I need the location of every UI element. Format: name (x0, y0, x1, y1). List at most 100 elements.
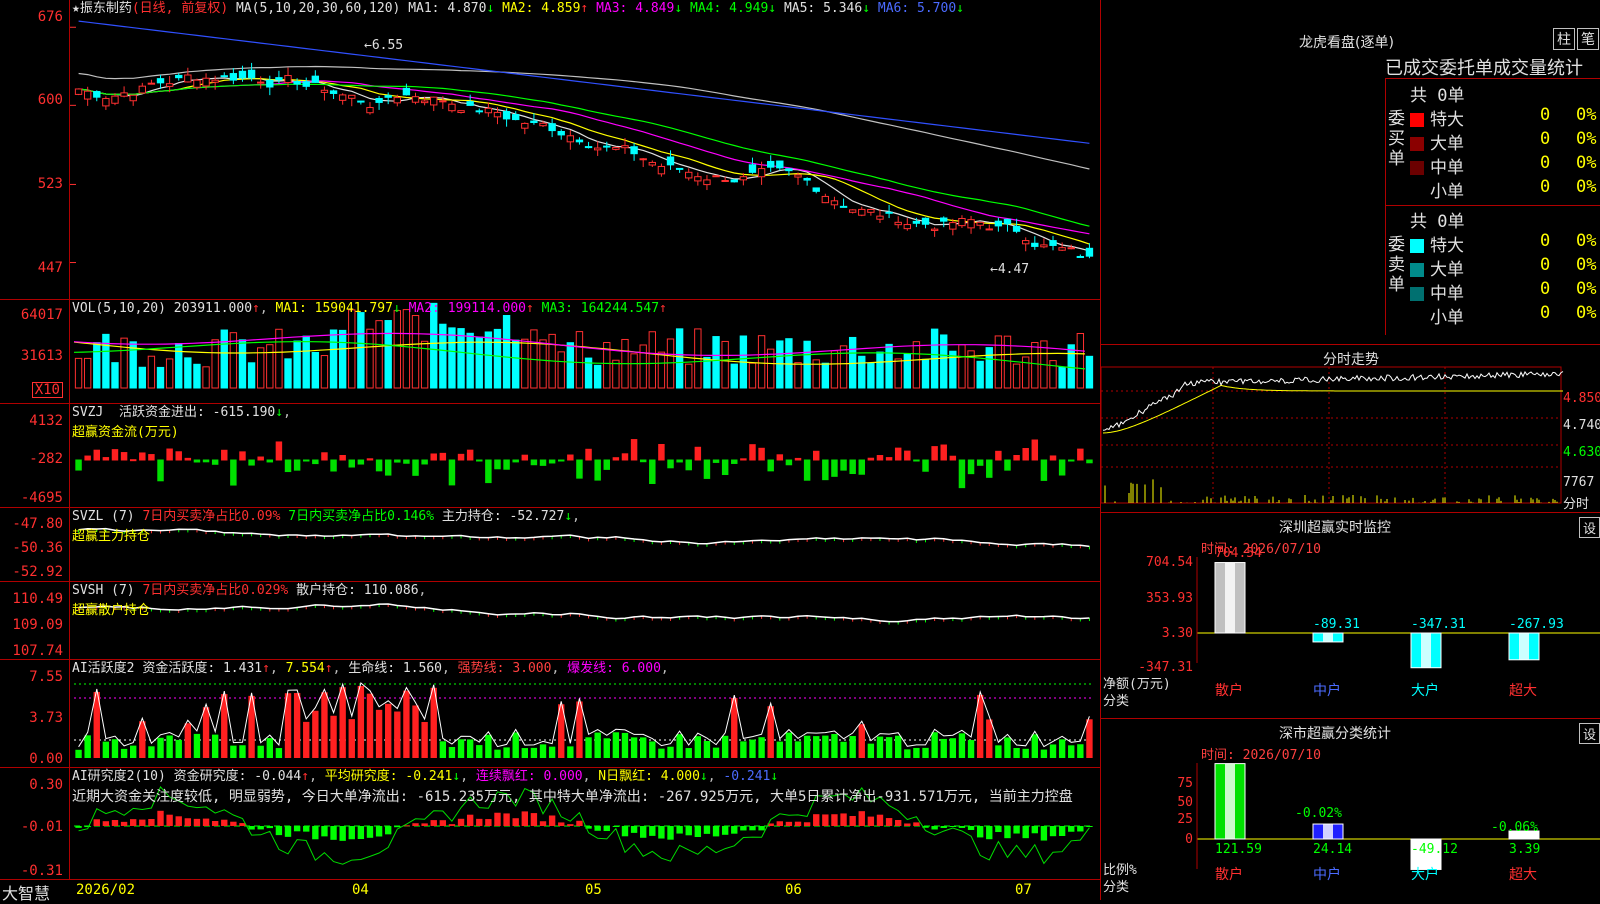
activity-bar (1031, 734, 1038, 758)
volume-pane[interactable]: 64017 31613 X10 VOL(5,10,20) 203911.000↑… (0, 300, 1100, 404)
research-bar (312, 826, 319, 840)
candle-body (967, 219, 975, 229)
research-bar (1077, 826, 1084, 832)
ma-indicator[interactable]: MA(5,10,20,30,60,120) (236, 1, 400, 16)
tick-mode-button[interactable]: 笔 (1577, 28, 1599, 50)
dragon-panel[interactable]: 龙虎看盘(逐单) 柱 笔 已成交委托单成交量统计 共 0单 委买单 特大 0 0% 大… (1100, 0, 1600, 344)
bar (257, 456, 264, 461)
category-label: 散户 (1215, 682, 1243, 699)
activity-bar (348, 719, 355, 758)
candle-body (657, 165, 666, 175)
research-bar (175, 816, 182, 826)
intraday-chart[interactable] (1101, 345, 1600, 513)
volume-bar (302, 335, 310, 389)
kline-chart[interactable] (0, 0, 1100, 300)
svsh-pane[interactable]: 110.49 109.09 107.74 SVSH (7) 7日内买卖净占比0.… (0, 582, 1100, 660)
activity-bar (466, 739, 474, 758)
bar (913, 459, 920, 462)
research-bar (931, 826, 938, 830)
volume-bar (657, 351, 666, 389)
candle-body (466, 101, 474, 106)
research-bar (703, 826, 711, 834)
research-bar (1058, 826, 1066, 836)
research-bar (1068, 826, 1075, 832)
bar (649, 459, 656, 484)
bar (813, 450, 820, 461)
bar (849, 459, 856, 475)
sell-side-label: 委卖单 (1388, 235, 1405, 295)
bar (567, 454, 574, 461)
activity-bar (785, 732, 793, 758)
research-bar (193, 818, 201, 826)
candle-body (721, 179, 729, 182)
research-bar (667, 826, 674, 840)
activity-bar (439, 741, 447, 758)
research-bar (949, 826, 957, 827)
candle-body (1003, 218, 1012, 225)
svzj-pane[interactable]: 4132 -282 -4695 SVZJ 活跃资金进出: -615.190↓, … (0, 404, 1100, 508)
star-icon[interactable]: ★ (72, 1, 80, 16)
volume-bar (1031, 342, 1039, 389)
volume-bar (830, 350, 839, 389)
bar (357, 459, 365, 465)
sz-class-panel[interactable]: 深市超赢分类统计 设 时间: 2026/07/10 75 50 25 0 121.59 散… (1100, 718, 1600, 900)
app-name: 大智慧 (2, 884, 51, 903)
bar (139, 452, 146, 461)
candle-body (994, 220, 1003, 227)
research-bar (248, 826, 255, 830)
research-bar (594, 826, 601, 831)
volume-bar (858, 355, 866, 389)
volume-bar (903, 353, 911, 389)
candle-body (348, 94, 356, 99)
ma-value: MA5: 5.346 (783, 1, 863, 16)
tick: 4.850 (1563, 391, 1600, 406)
tick: 4.740 (1563, 418, 1600, 433)
order-row: 大单 0 0% (1410, 255, 1600, 280)
volume-bar (184, 357, 192, 389)
bar (266, 459, 274, 463)
bar (685, 459, 692, 471)
kline-pane[interactable]: 676 600 523 447 ★振东制药(日线, 前复权) MA(5,10,2… (0, 0, 1100, 300)
intraday-panel[interactable]: 分时走势 4.850 4.740 4.630 7767 分时 (1100, 344, 1600, 512)
bar (885, 457, 893, 461)
ai-research-pane[interactable]: 0.30 -0.01 -0.31 AI研究度2(10) 资金研究度: -0.04… (0, 768, 1100, 880)
y-tick-label: 704.54 (1146, 555, 1193, 570)
candle-body (575, 139, 584, 143)
research-note: 近期大资金关注度较低, 明显弱势, 今日大单净流出: -615.235万元, 其… (72, 789, 1073, 805)
research-bar (102, 821, 110, 826)
intraday-vol-label: 分时 (1563, 497, 1590, 512)
research-bar (485, 819, 492, 826)
activity-bar (130, 745, 137, 758)
research-bar (348, 826, 355, 840)
volume-bar (1012, 363, 1021, 389)
bar (175, 451, 182, 461)
activity-bar (239, 745, 246, 758)
bar (457, 453, 465, 461)
bar (1031, 439, 1039, 461)
research-bar (476, 818, 483, 826)
bar (585, 448, 592, 461)
sz-class-chart[interactable]: 75 50 25 0 121.59 散户 24.14 中户 -49.12 大户 3.39 超大 -0.0… (1101, 719, 1600, 901)
ma-line (78, 83, 1090, 227)
bar (630, 439, 638, 461)
order-label: 小单 (1430, 182, 1464, 202)
bar-highlight (1421, 633, 1431, 668)
svzl-pane[interactable]: -47.80 -50.36 -52.92 SVZL (7) 7日内买卖净占比0.… (0, 508, 1100, 582)
category-label: 超大 (1509, 683, 1537, 699)
volume-bar (202, 366, 210, 389)
candle-body (530, 120, 538, 124)
candle-body (794, 174, 802, 178)
sz-monitor-chart[interactable]: 704.54 353.93 3.30 -347.31 704.54 散户 -89.31 中户 -… (1101, 513, 1600, 719)
bar-mode-button[interactable]: 柱 (1553, 28, 1575, 50)
research-bar (558, 822, 565, 826)
activity-bar (567, 746, 574, 758)
ma-arrow: ↓ (486, 1, 503, 16)
candle-body (985, 228, 993, 231)
period[interactable]: (日线, 前复权) (132, 1, 228, 16)
sz-monitor-panel[interactable]: 深圳超赢实时监控 设 时间: 2026/07/10 704.54 353.93 3.… (1100, 512, 1600, 718)
candle-body (548, 123, 556, 132)
volume-bar (466, 332, 474, 389)
volume-bar (448, 327, 456, 389)
ai-activity-pane[interactable]: 7.55 3.73 0.00 AI活跃度2 资金活跃度: 1.431↑, 7.5… (0, 660, 1100, 768)
activity-bar (521, 748, 528, 758)
